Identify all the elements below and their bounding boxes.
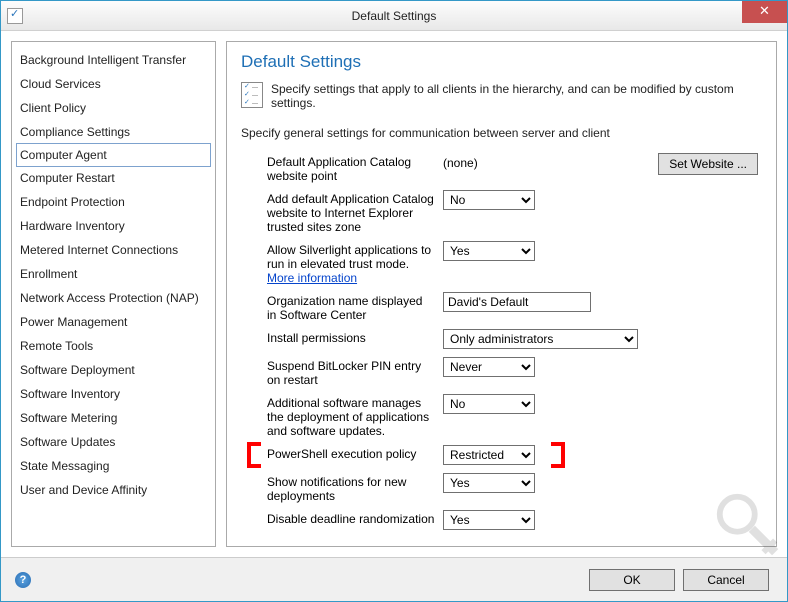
intro-text: Specify settings that apply to all clien… xyxy=(271,82,762,110)
highlight-left-icon xyxy=(247,442,261,468)
ok-button[interactable]: OK xyxy=(589,569,675,591)
sidebar-item-state-messaging[interactable]: State Messaging xyxy=(12,454,215,478)
sidebar-item-enrollment[interactable]: Enrollment xyxy=(12,262,215,286)
sidebar-item-software-metering[interactable]: Software Metering xyxy=(12,406,215,430)
sidebar-item-user-device-affinity[interactable]: User and Device Affinity xyxy=(12,478,215,502)
dialog-footer: ? OK Cancel xyxy=(1,557,787,601)
label: Install permissions xyxy=(267,328,443,345)
window-title: Default Settings xyxy=(352,9,437,23)
row-trusted-sites: Add default Application Catalog website … xyxy=(241,189,758,234)
sidebar-item-software-updates[interactable]: Software Updates xyxy=(12,430,215,454)
main-panel: Default Settings Specify settings that a… xyxy=(226,41,777,547)
sidebar-item-endpoint-protection[interactable]: Endpoint Protection xyxy=(12,190,215,214)
content-area: Background Intelligent Transfer Cloud Se… xyxy=(1,31,787,557)
row-bitlocker: Suspend BitLocker PIN entry on restart N… xyxy=(241,356,758,387)
panel-header: Default Settings xyxy=(241,52,762,72)
sidebar-item-computer-restart[interactable]: Computer Restart xyxy=(12,166,215,190)
row-silverlight: Allow Silverlight applications to run in… xyxy=(241,240,758,285)
sidebar-item-hardware-inventory[interactable]: Hardware Inventory xyxy=(12,214,215,238)
sidebar-item-power[interactable]: Power Management xyxy=(12,310,215,334)
intro-row: Specify settings that apply to all clien… xyxy=(241,82,762,110)
deadline-select[interactable]: Yes xyxy=(443,510,535,530)
sidebar-item-client-policy[interactable]: Client Policy xyxy=(12,96,215,120)
highlight-right-icon xyxy=(551,442,565,468)
org-name-input[interactable] xyxy=(443,292,591,312)
label: Disable deadline randomization xyxy=(267,509,443,526)
row-default-app-catalog: Default Application Catalog website poin… xyxy=(241,152,758,183)
additional-software-select[interactable]: No xyxy=(443,394,535,414)
section-description: Specify general settings for communicati… xyxy=(241,126,762,140)
cancel-button[interactable]: Cancel xyxy=(683,569,769,591)
help-icon[interactable]: ? xyxy=(15,572,31,588)
bitlocker-select[interactable]: Never xyxy=(443,357,535,377)
sidebar-item-software-inventory[interactable]: Software Inventory xyxy=(12,382,215,406)
settings-list[interactable]: Default Application Catalog website poin… xyxy=(241,152,762,536)
set-website-button[interactable]: Set Website ... xyxy=(658,153,758,175)
checklist-icon xyxy=(241,82,263,108)
sidebar-item-computer-agent[interactable]: Computer Agent xyxy=(16,143,211,167)
label: Default Application Catalog website poin… xyxy=(267,152,443,183)
sidebar-item-bits[interactable]: Background Intelligent Transfer xyxy=(12,48,215,72)
more-information-link[interactable]: More information xyxy=(267,271,357,285)
sidebar-item-nap[interactable]: Network Access Protection (NAP) xyxy=(12,286,215,310)
label: Add default Application Catalog website … xyxy=(267,189,443,234)
powershell-policy-select[interactable]: Restricted xyxy=(443,445,535,465)
label: Additional software manages the deployme… xyxy=(267,393,443,438)
app-icon xyxy=(7,8,23,24)
row-install-permissions: Install permissions Only administrators xyxy=(241,328,758,350)
row-deadline-randomization: Disable deadline randomization Yes xyxy=(241,509,758,531)
close-button[interactable]: ✕ xyxy=(742,1,787,23)
title-bar: Default Settings ✕ xyxy=(1,1,787,31)
category-sidebar: Background Intelligent Transfer Cloud Se… xyxy=(11,41,216,547)
sidebar-item-remote-tools[interactable]: Remote Tools xyxy=(12,334,215,358)
label: Allow Silverlight applications to run in… xyxy=(267,240,443,285)
settings-dialog: Default Settings ✕ Background Intelligen… xyxy=(0,0,788,602)
trusted-sites-select[interactable]: No xyxy=(443,190,535,210)
label: Suspend BitLocker PIN entry on restart xyxy=(267,356,443,387)
label: PowerShell execution policy xyxy=(267,444,443,461)
row-notifications: Show notifications for new deployments Y… xyxy=(241,472,758,503)
sidebar-item-cloud-services[interactable]: Cloud Services xyxy=(12,72,215,96)
sidebar-item-compliance[interactable]: Compliance Settings xyxy=(12,120,215,144)
label: Organization name displayed in Software … xyxy=(267,291,443,322)
notifications-select[interactable]: Yes xyxy=(443,473,535,493)
row-powershell-policy: PowerShell execution policy Restricted xyxy=(241,444,758,466)
value-none: (none) xyxy=(443,153,535,170)
install-permissions-select[interactable]: Only administrators xyxy=(443,329,638,349)
sidebar-item-software-deployment[interactable]: Software Deployment xyxy=(12,358,215,382)
sidebar-item-metered[interactable]: Metered Internet Connections xyxy=(12,238,215,262)
silverlight-select[interactable]: Yes xyxy=(443,241,535,261)
row-org-name: Organization name displayed in Software … xyxy=(241,291,758,322)
row-additional-software: Additional software manages the deployme… xyxy=(241,393,758,438)
label: Show notifications for new deployments xyxy=(267,472,443,503)
